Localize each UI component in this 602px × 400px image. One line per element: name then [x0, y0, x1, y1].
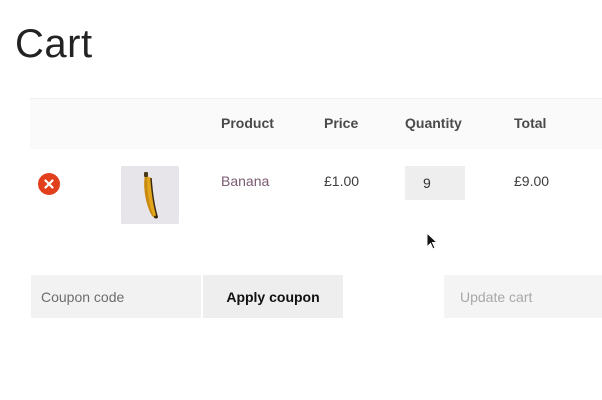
apply-coupon-button[interactable]: Apply coupon	[203, 275, 343, 318]
product-price: £1.00	[324, 173, 360, 189]
column-header-total: Total	[514, 115, 547, 131]
quantity-input[interactable]	[405, 166, 465, 200]
coupon-code-input[interactable]	[31, 275, 201, 318]
page-title: Cart	[15, 22, 93, 66]
banana-icon	[121, 166, 179, 224]
close-icon	[44, 179, 54, 189]
remove-item-button[interactable]	[38, 173, 60, 195]
column-header-price: Price	[324, 115, 359, 131]
column-header-quantity: Quantity	[405, 115, 462, 131]
product-name-link[interactable]: Banana	[221, 173, 269, 189]
line-total: £9.00	[514, 173, 550, 189]
cart-item-row: Banana £1.00 £9.00	[30, 149, 602, 259]
cart-table-header: Product Price Quantity Total	[30, 98, 602, 149]
update-cart-button[interactable]: Update cart	[444, 275, 602, 318]
column-header-product: Product	[221, 115, 274, 131]
product-thumbnail[interactable]	[121, 166, 179, 224]
